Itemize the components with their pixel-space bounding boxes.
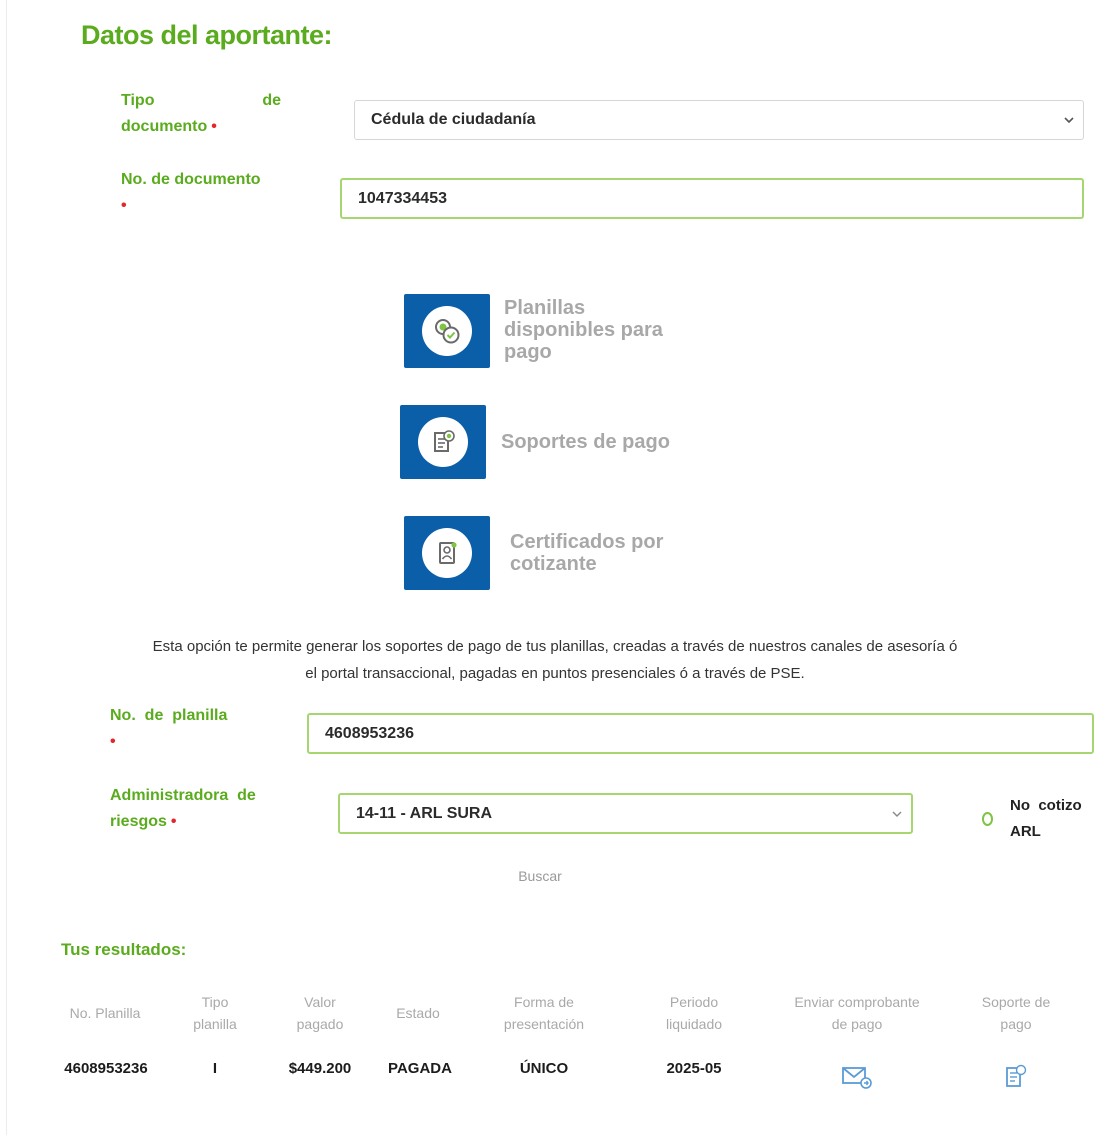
arl-label-text: Administradora de <box>110 787 256 804</box>
col-header-forma: Forma de presentación <box>484 991 604 1035</box>
info-line: el portal transaccional, pagadas en punt… <box>305 665 805 682</box>
chevron-down-icon <box>1064 117 1074 124</box>
option-label-line: Soportes de pago <box>501 431 670 453</box>
no-cotizo-label: No cotizo ARL <box>1010 793 1082 845</box>
option-certificados-por-cotizante[interactable]: Certificados por cotizante <box>404 515 734 591</box>
option-label: Certificados por cotizante <box>510 531 663 575</box>
doc-type-label: Tipo de documento • <box>121 88 281 140</box>
header-line: liquidado <box>665 1016 723 1032</box>
planilla-label: No. de planilla • <box>110 703 270 755</box>
doc-number-label-text: No. de documento <box>121 171 261 188</box>
doc-number-value: 1047334453 <box>358 189 447 207</box>
tile-circle <box>422 306 472 356</box>
required-mark: • <box>110 733 116 750</box>
planilla-label-text: No. de planilla <box>110 707 228 724</box>
header-line: Soporte de <box>981 994 1051 1010</box>
col-header-soporte: Soporte de pago <box>961 991 1071 1035</box>
option-tile <box>400 405 486 479</box>
header-line: Forma de <box>514 994 574 1010</box>
header-line: Estado <box>396 1005 440 1021</box>
option-label-line: Certificados por <box>510 531 664 553</box>
coins-check-icon <box>435 319 460 344</box>
no-cotizo-radio[interactable] <box>982 812 993 826</box>
col-header-tipo: Tipo planilla <box>175 991 255 1035</box>
required-mark: • <box>170 813 177 830</box>
envelope-send-icon <box>842 1067 872 1089</box>
header-line: presentación <box>503 1016 585 1032</box>
doc-type-select[interactable]: Cédula de ciudadanía <box>354 100 1084 140</box>
page-root: Datos del aportante: Tipo de documento • … <box>0 0 1104 1135</box>
col-header-estado: Estado <box>378 1002 458 1024</box>
header-line: Enviar comprobante <box>794 994 920 1010</box>
header-line: No. Planilla <box>69 1005 141 1021</box>
arl-label: Administradora de riesgos • <box>110 783 280 835</box>
option-label-line: disponibles para <box>504 319 663 341</box>
planilla-value: 4608953236 <box>325 724 414 742</box>
arl-value: 14-11 - ARL SURA <box>356 804 493 822</box>
doc-type-value: Cédula de ciudadanía <box>371 111 536 128</box>
option-label-line: pago <box>504 341 552 363</box>
send-receipt-button[interactable] <box>841 1064 873 1090</box>
option-label-line: cotizante <box>510 553 597 575</box>
tile-circle <box>422 528 472 578</box>
receipt-dollar-icon <box>434 430 455 452</box>
planilla-input[interactable]: 4608953236 <box>307 713 1094 754</box>
info-paragraph: Esta opción te permite generar los sopor… <box>60 633 1050 687</box>
certificate-user-icon <box>439 542 457 564</box>
cell-tipo: I <box>212 1060 218 1077</box>
doc-number-label: No. de documento • <box>121 167 291 219</box>
cell-planilla: 4608953236 <box>64 1060 148 1077</box>
header-line: pagado <box>296 1016 344 1032</box>
option-planillas-disponibles[interactable]: Planillas disponibles para pago <box>404 293 734 369</box>
info-line: Esta opción te permite generar los sopor… <box>152 638 958 655</box>
required-mark: • <box>121 197 127 214</box>
doc-type-label-word3: documento <box>121 118 208 135</box>
header-line: de pago <box>831 1016 883 1032</box>
required-mark: • <box>211 118 217 135</box>
receipt-download-icon <box>1006 1064 1027 1087</box>
arl-label-text2: riesgos <box>110 813 167 830</box>
option-label-line: Planillas <box>504 297 586 319</box>
option-label: Planillas disponibles para pago <box>504 297 663 363</box>
header-line: Valor <box>304 994 336 1010</box>
chevron-down-icon <box>892 811 902 817</box>
no-cotizo-text2: ARL <box>1010 823 1041 840</box>
option-label: Soportes de pago <box>501 431 670 453</box>
doc-number-input[interactable]: 1047334453 <box>340 178 1084 219</box>
option-soportes-de-pago[interactable]: Soportes de pago <box>400 404 730 480</box>
option-tile <box>404 294 490 368</box>
results-title: Tus resultados: <box>61 940 187 959</box>
header-line: Periodo <box>669 994 719 1010</box>
header-line: Tipo <box>201 994 229 1010</box>
left-divider <box>6 0 7 1135</box>
header-line: pago <box>1000 1016 1032 1032</box>
payment-support-button[interactable] <box>1003 1062 1029 1090</box>
doc-type-label-word2: de <box>262 92 281 109</box>
arl-select[interactable]: 14-11 - ARL SURA <box>338 793 913 834</box>
col-header-enviar: Enviar comprobante de pago <box>772 991 942 1035</box>
cell-periodo: 2025-05 <box>666 1060 722 1077</box>
tile-circle <box>418 417 468 467</box>
option-tile <box>404 516 490 590</box>
cell-forma: ÚNICO <box>519 1060 569 1077</box>
search-button[interactable]: Buscar <box>505 868 575 884</box>
cell-estado: PAGADA <box>388 1060 452 1077</box>
no-cotizo-text: No cotizo <box>1010 797 1082 814</box>
header-line: planilla <box>193 1016 237 1032</box>
col-header-planilla: No. Planilla <box>50 1002 160 1024</box>
cell-valor: $449.200 <box>288 1060 352 1077</box>
col-header-periodo: Periodo liquidado <box>644 991 744 1035</box>
doc-type-label-word1: Tipo <box>121 92 155 109</box>
page-title: Datos del aportante: <box>81 20 333 50</box>
col-header-valor: Valor pagado <box>280 991 360 1035</box>
